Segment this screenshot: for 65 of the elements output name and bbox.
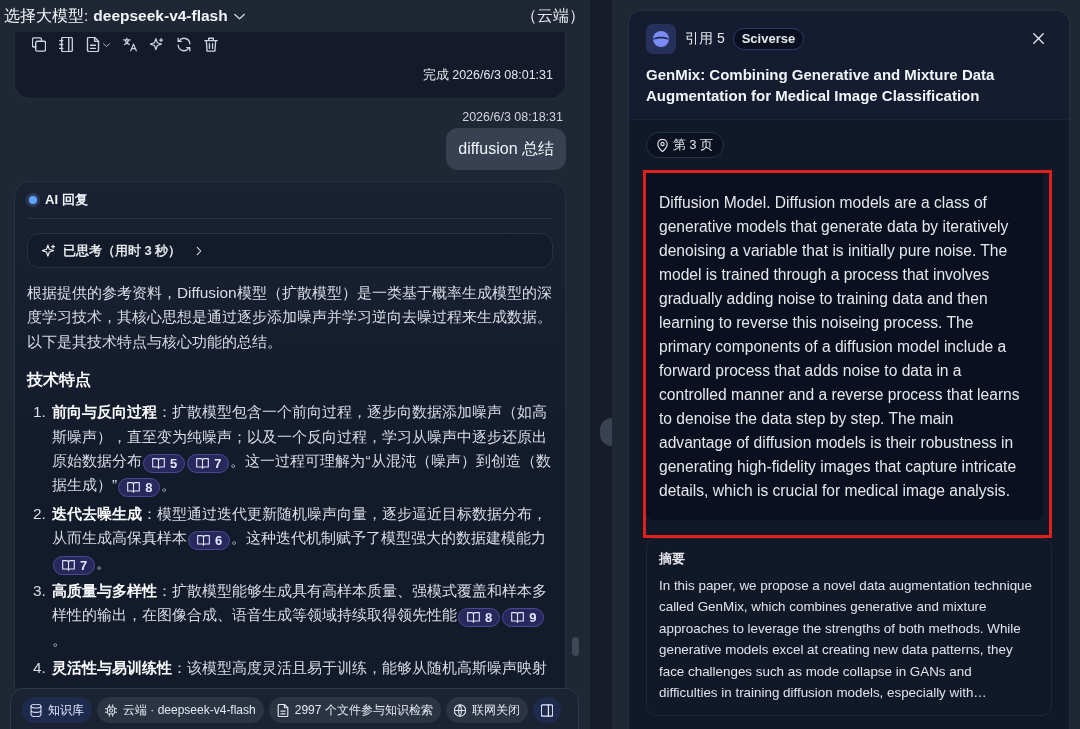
paper-title: GenMix: Combining Generative and Mixture Data Augmentation for Medical Image Classification (646, 65, 996, 106)
book-icon (197, 535, 210, 547)
list-number: 2. (32, 503, 47, 524)
list-item-text: 灵活性与易训练性：该模型高度灵活且易于训练，能够从随机高斯噪声映射 (52, 658, 547, 679)
citation-button[interactable]: 8 (118, 478, 161, 498)
caret-icon (233, 12, 245, 20)
citation-button[interactable]: 6 (188, 531, 231, 551)
globe-icon (453, 703, 466, 717)
list-item-text: 前向与反向过程：扩散模型包含一个前向过程，逐步向数据添加噪声（如高斯噪声），直至变为纯噪声；以及一个反向过程，学习从噪声中逐步还原出原始数据分布 5 7 。这一过程可理解为“从混沌（噪声）到创造（数据生成）” 8 。 (52, 402, 552, 498)
logo-icon (646, 23, 676, 54)
abstract-heading: 摘要 (659, 550, 686, 568)
trash-icon[interactable] (204, 37, 218, 52)
list-number: 4. (32, 658, 47, 679)
book-icon (511, 612, 525, 624)
list-item-text: 高质量与多样性：扩散模型能够生成具有高样本质量、强模式覆盖和样本多样性的输出，在图像合成、语音生成等领域持续取得领先性能 8 9 。 (52, 581, 548, 650)
page-tag[interactable]: 第 3 页 (646, 132, 724, 158)
database-icon (30, 703, 42, 717)
dot-icon (26, 193, 40, 207)
abstract-text: In this paper, we propose a novel data augmentation technique called GenMix, which combines generative and mixture approaches to leverage the strengths of both methods. While generative models excel at creating new data patterns, they face challenges such as mode collapse in GANs and difficulties in training diffusion models, especially with… (659, 577, 1032, 703)
resize-handle[interactable] (600, 418, 612, 446)
citation-label: 引用 5 (685, 29, 725, 48)
model-dropdown[interactable]: deepseek-v4-flash (93, 7, 245, 25)
completion-time: 完成 2026/6/3 08:01:31 (422, 67, 553, 84)
panel-icon (540, 703, 553, 717)
section-heading: 技术特点 (27, 370, 92, 391)
list-number: 3. (32, 581, 47, 602)
reply-label: AI 回复 (45, 191, 88, 209)
translate-icon[interactable] (123, 37, 137, 52)
excerpt-text: Diffusion Model. Diffusion models are a class of generative models that generate data by iteratively denoising a variable that is initially pure noise. The model is trained through a process that involves gradually adding noise to training data and then learning to reverse this noiseing process. The primary components of a diffusion model include a forward process that adds noise to data in a controlled manner and a reverse process that learns to denoise the data step by step. The main advantage of diffusion models is their robustness in generating high-fidelity images that capture intricate details, which is crucial for medical image analysis. (659, 193, 1021, 501)
citation-button[interactable]: 7 (187, 454, 230, 474)
close-icon[interactable] (1033, 33, 1044, 44)
sparkle-icon[interactable] (150, 37, 164, 52)
book-icon (196, 458, 210, 470)
pin-icon (657, 138, 668, 152)
thinking-toggle[interactable]: 已思考（用时 3 秒） (27, 233, 553, 268)
document-icon (276, 703, 289, 717)
model-label: 选择大模型: (4, 5, 89, 26)
toolbar-chip[interactable]: 云端 · deepseek-v4-flash (97, 697, 264, 723)
toolbar-chip[interactable] (532, 697, 561, 723)
list-item-text: 迭代去噪生成：模型通过迭代更新随机噪声向量，逐步逼近目标数据分布，从而生成高保真样本 6 。这种迭代机制赋予了模型强大的数据建模能力 7 。 (52, 503, 548, 576)
source-tag: Sciverse (732, 27, 805, 50)
scrollbar-thumb[interactable] (572, 637, 579, 656)
book-icon (152, 458, 165, 470)
citation-button[interactable]: 5 (143, 454, 186, 474)
list-number: 1. (32, 402, 47, 423)
book-icon (127, 482, 141, 494)
toolbar-chip[interactable]: 联网关闭 (445, 697, 528, 723)
reply-paragraph: 根据提供的参考资料，Diffusion模型（扩散模型）是一类基于概率生成模型的深度学习技术，其核心思想是通过逐步添加噪声并学习逆向去噪过程来生成数据。以下是其技术特点与核心功能的总结。 (27, 283, 553, 352)
user-message: diffusion 总结 (446, 128, 566, 170)
message-time: 2026/6/3 08:18:31 (462, 110, 563, 124)
notebook-icon[interactable] (59, 37, 73, 52)
book-icon (62, 559, 75, 571)
cpu-icon (105, 703, 117, 717)
deployment-label: （云端） (521, 5, 585, 26)
refresh-icon[interactable] (177, 37, 191, 52)
toolbar-chip[interactable]: 2997 个文件参与知识检索 (268, 697, 441, 723)
copy-icon[interactable] (32, 37, 46, 52)
caret-icon[interactable] (103, 42, 110, 47)
citation-button[interactable]: 9 (502, 608, 545, 628)
book-icon (467, 612, 480, 624)
sparkle-icon (42, 243, 56, 258)
toolbar-chip[interactable]: 知识库 (22, 697, 92, 723)
document-icon[interactable] (86, 37, 100, 52)
citation-button[interactable]: 7 (53, 555, 96, 575)
citation-button[interactable]: 8 (458, 608, 501, 628)
